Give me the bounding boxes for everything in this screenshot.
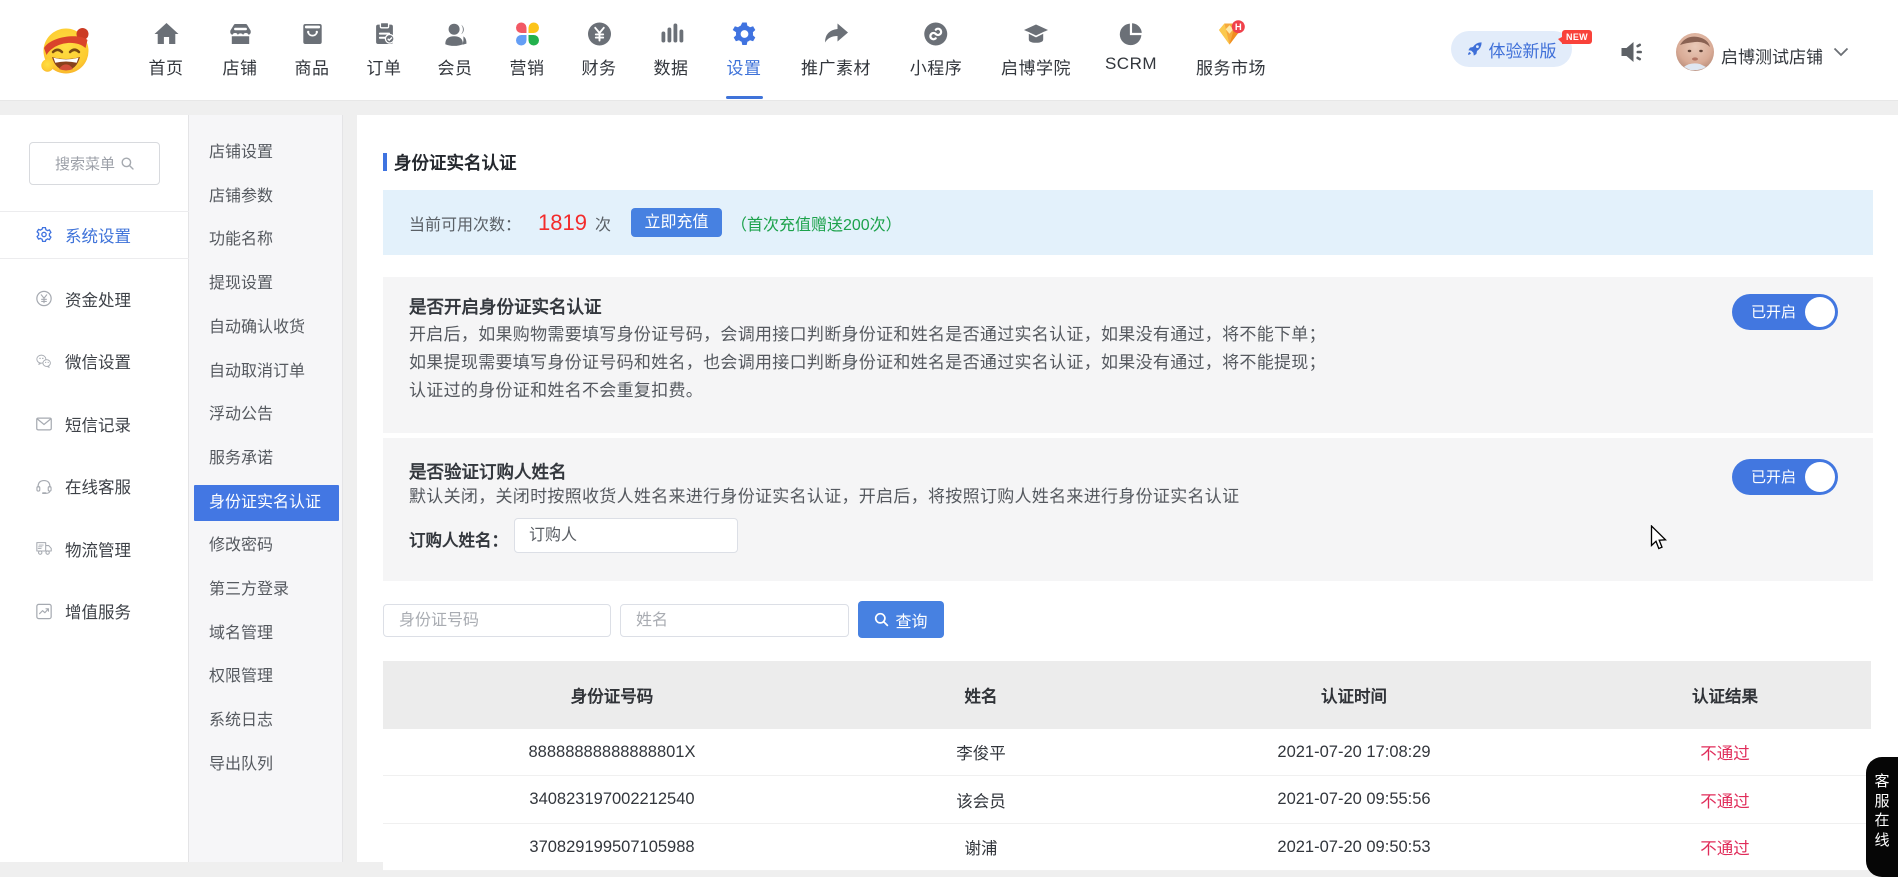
svg-text:H: H [1235, 22, 1242, 33]
